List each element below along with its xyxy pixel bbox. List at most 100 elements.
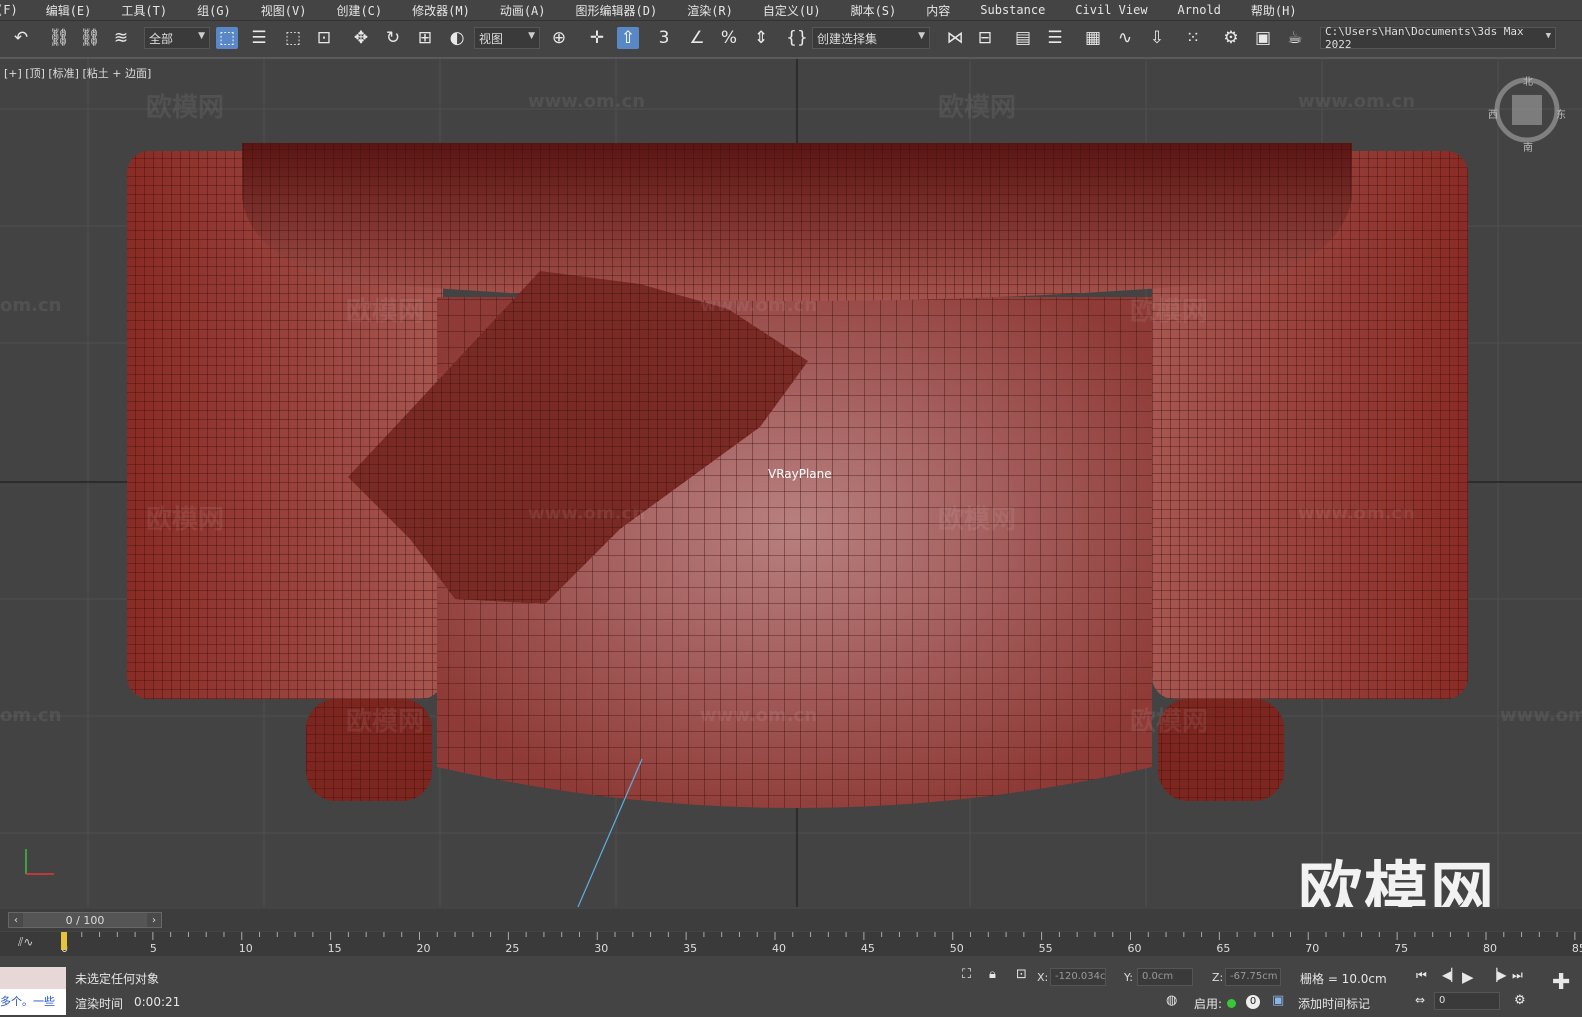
absolute-mode-icon[interactable]: ⊡	[1016, 967, 1027, 982]
angle-snap-icon[interactable]: ∠	[686, 27, 708, 49]
watermark: om.cn	[0, 295, 62, 316]
menu-item[interactable]: 自定义(U)	[763, 2, 821, 19]
selection-filter-dropdown[interactable]: 全部 ▼	[144, 27, 210, 49]
project-folder-dropdown[interactable]: C:\Users\Han\Documents\3ds Max 2022 ▼	[1320, 25, 1556, 51]
bind-spacewarp-icon[interactable]: ≋	[110, 27, 132, 49]
top-viewport[interactable]: [+] [顶] [标准] [粘土 + 边面] 欧模网 www.om.cn 欧模网…	[0, 59, 1582, 907]
menu-item[interactable]: 编辑(E)	[46, 2, 92, 19]
rectangular-selection-icon[interactable]: ⬚	[282, 27, 304, 49]
time-config-icon[interactable]: ⚙	[1514, 993, 1526, 1008]
menu-item[interactable]: Arnold	[1178, 3, 1221, 17]
select-by-name-icon[interactable]: ☰	[248, 27, 270, 49]
adaptive-degradation-icon[interactable]: ◍	[1166, 993, 1177, 1008]
move-icon[interactable]: ✥	[350, 27, 372, 49]
undo-icon[interactable]: ↶	[10, 27, 32, 49]
watermark: 欧模网	[146, 93, 225, 123]
scene-explorer-icon[interactable]: ▦	[1082, 27, 1104, 49]
link-icon[interactable]: ⛓	[48, 27, 70, 49]
toggle-ribbon-icon[interactable]: ☰	[1044, 27, 1066, 49]
layer-explorer-icon[interactable]: ▤	[1012, 27, 1034, 49]
scale-icon[interactable]: ⊞	[414, 27, 436, 49]
timeline-tick-label: 60	[1128, 942, 1142, 955]
keyboard-shortcut-override-icon[interactable]: ⇧	[617, 27, 639, 49]
menu-item[interactable]: 图形编辑器(D)	[576, 2, 658, 19]
render-setup-icon[interactable]: ⚙	[1220, 27, 1242, 49]
menu-item[interactable]: 工具(T)	[121, 2, 167, 19]
track-bar[interactable]: ⫽∿ 0510152025303540455055606570758085	[0, 932, 1582, 956]
menu-item[interactable]: 组(G)	[197, 2, 231, 19]
listener-output[interactable]: 多个。一些	[0, 989, 66, 1015]
viewcube-east-label[interactable]: 东	[1556, 106, 1566, 121]
select-object-icon[interactable]: ⬚	[216, 27, 238, 49]
add-time-tag[interactable]: 添加时间标记	[1298, 995, 1370, 1012]
snaps-toggle-icon[interactable]: 3	[653, 27, 675, 49]
watermark: om.cn	[0, 705, 62, 726]
lock-selection-icon[interactable]: 🔒︎	[989, 967, 996, 982]
timeline-tick-label: 45	[861, 942, 875, 955]
place-icon[interactable]: ◐	[446, 27, 468, 49]
menu-item[interactable]: 内容	[926, 2, 950, 19]
menu-item[interactable]: 帮助(H)	[1251, 2, 1297, 19]
chevron-right-icon[interactable]: ›	[147, 913, 161, 927]
z-label: Z:	[1212, 971, 1224, 984]
frame-spinner-arrows-icon[interactable]: ⇔	[1415, 993, 1425, 1007]
x-coordinate-field[interactable]: -120.034c	[1050, 968, 1106, 986]
previous-frame-icon[interactable]: ◀▏	[1442, 968, 1460, 982]
menu-item[interactable]: Civil View	[1075, 3, 1147, 17]
chevron-down-icon: ▼	[1545, 31, 1551, 41]
chevron-left-icon[interactable]: ‹	[9, 913, 23, 927]
reference-coordinate-dropdown[interactable]: 视图 ▼	[474, 27, 540, 49]
timeline-tick-label: 55	[1039, 942, 1053, 955]
align-icon[interactable]: ⊟	[974, 27, 996, 49]
schematic-view-icon[interactable]: ⇩	[1146, 27, 1168, 49]
play-icon[interactable]: ▶	[1462, 968, 1474, 986]
percent-snap-icon[interactable]: %	[718, 27, 740, 49]
menu-item[interactable]: 渲染(R)	[687, 2, 733, 19]
isolate-selection-icon[interactable]: ⛶	[962, 967, 971, 982]
enable-count-badge: 0	[1246, 995, 1260, 1009]
chevron-down-icon: ▼	[528, 31, 535, 41]
menu-item[interactable]: Substance	[980, 3, 1045, 17]
render-production-icon[interactable]: ☕	[1284, 27, 1306, 49]
watermark: www.om.cn	[700, 705, 818, 726]
viewport-label-menu[interactable]: [+] [顶] [标准] [粘土 + 边面]	[4, 65, 151, 81]
time-slider[interactable]: ‹ 0 / 100 ›	[8, 912, 162, 928]
listener-top[interactable]	[0, 967, 66, 989]
curve-editor-icon[interactable]: ∿	[1114, 27, 1136, 49]
viewcube-south-label[interactable]: 南	[1523, 139, 1533, 154]
material-editor-icon[interactable]: ⁙	[1182, 27, 1204, 49]
spinner-snap-icon[interactable]: ⇕	[750, 27, 772, 49]
current-frame-field[interactable]: 0	[1434, 992, 1500, 1010]
menu-item[interactable]: 修改器(M)	[412, 2, 470, 19]
z-coordinate-field[interactable]: -67.75cm	[1225, 968, 1281, 986]
time-tag-icon[interactable]: ▣	[1272, 993, 1284, 1008]
watermark: www.om.cn	[528, 91, 646, 112]
unlink-icon[interactable]: ⛓	[79, 27, 101, 49]
rendered-frame-window-icon[interactable]: ▣	[1252, 27, 1274, 49]
timeline-tick-label: 30	[594, 942, 608, 955]
window-crossing-icon[interactable]: ⊡	[313, 27, 335, 49]
edit-named-selection-icon[interactable]: {}	[786, 27, 808, 49]
named-selection-set-dropdown[interactable]: 创建选择集 ▼	[812, 27, 930, 49]
menu-item[interactable]: 创建(C)	[336, 2, 382, 19]
timeline-tick-label: 35	[683, 942, 697, 955]
mirror-icon[interactable]: ⋈	[944, 27, 966, 49]
go-to-end-icon[interactable]: ⏭	[1512, 968, 1523, 983]
selection-filter-value: 全部	[149, 31, 174, 46]
menu-item[interactable]: 视图(V)	[261, 2, 307, 19]
next-frame-icon[interactable]: ▕▶	[1488, 968, 1506, 982]
watermark: 欧模网	[1130, 707, 1209, 737]
select-manipulate-icon[interactable]: ✛	[586, 27, 608, 49]
maxscript-mini-listener[interactable]: 多个。一些	[0, 967, 66, 1017]
menu-item[interactable]: 脚本(S)	[851, 2, 897, 19]
viewcube-north-label[interactable]: 北	[1523, 73, 1533, 88]
viewcube-west-label[interactable]: 西	[1488, 106, 1498, 121]
pivot-center-icon[interactable]: ⊕	[548, 27, 570, 49]
menu-item[interactable]: (F)	[0, 3, 18, 17]
go-to-start-icon[interactable]: ⏮	[1416, 968, 1427, 983]
y-coordinate-field[interactable]: 0.0cm	[1137, 968, 1193, 986]
viewcube-icon[interactable]	[1494, 77, 1560, 143]
menu-item[interactable]: 动画(A)	[500, 2, 546, 19]
add-plus-icon[interactable]: ✚	[1552, 970, 1570, 995]
rotate-icon[interactable]: ↻	[382, 27, 404, 49]
